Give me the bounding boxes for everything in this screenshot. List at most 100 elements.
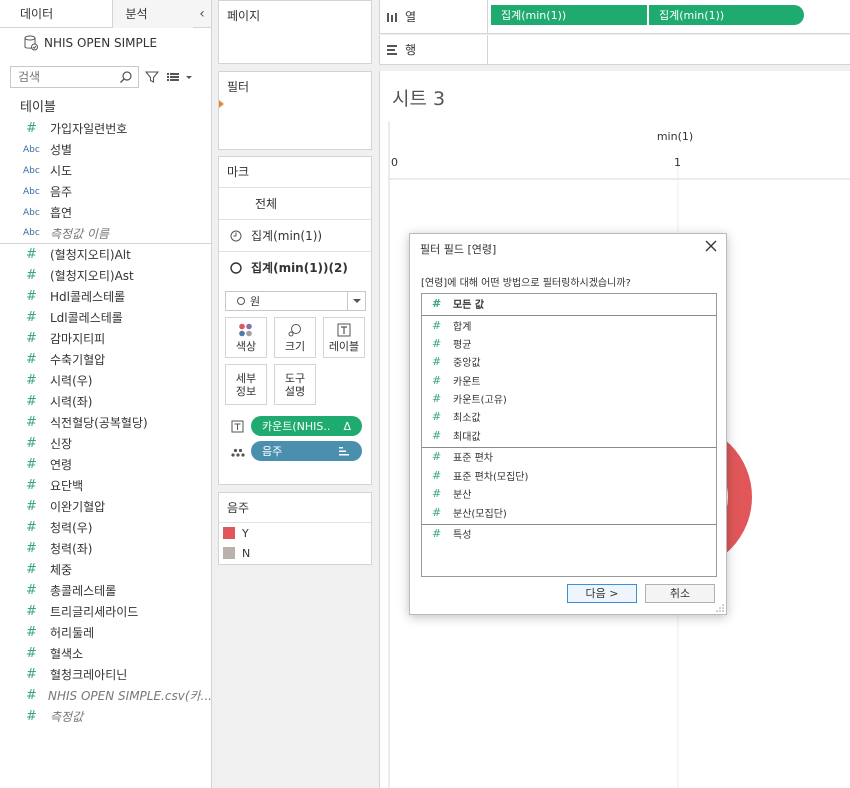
close-icon[interactable]: [704, 239, 718, 253]
resize-grip-icon[interactable]: [716, 604, 724, 612]
field-name: 시력(우): [50, 374, 93, 388]
legend-item[interactable]: N: [219, 543, 371, 563]
marks-row-2[interactable]: 집계(min(1))(2): [219, 251, 371, 283]
cancel-button[interactable]: 취소: [645, 584, 715, 603]
field-item[interactable]: # NHIS OPEN SIMPLE.csv(카...: [0, 685, 212, 706]
filter-option[interactable]: # 중앙값: [422, 353, 716, 371]
field-item[interactable]: # 연령: [0, 454, 212, 475]
string-type-icon: Abc: [23, 228, 40, 238]
filter-option[interactable]: # 최소값: [422, 407, 716, 425]
filter-option[interactable]: # 표준 편차(모집단): [422, 466, 716, 484]
field-item[interactable]: # 청력(좌): [0, 538, 212, 559]
detail-button[interactable]: 세부 정보: [225, 364, 267, 405]
sheet-title[interactable]: 시트 3: [392, 84, 445, 111]
marks-all-tab[interactable]: 전체: [219, 187, 371, 219]
sort-icon: [339, 447, 349, 456]
field-item[interactable]: # (혈청지오티)Alt: [0, 244, 212, 265]
next-button[interactable]: 다음 >: [567, 584, 637, 603]
filter-option-label: 합계: [453, 321, 472, 333]
field-item[interactable]: # 혈색소: [0, 643, 212, 664]
pages-card[interactable]: 페이지: [218, 0, 372, 64]
field-item[interactable]: Abc 측정값 이름: [0, 223, 212, 244]
color-button[interactable]: 색상: [225, 317, 267, 358]
field-item[interactable]: # 가입자일련번호: [0, 118, 212, 139]
field-item[interactable]: # 허리둘레: [0, 622, 212, 643]
field-item[interactable]: # 체중: [0, 559, 212, 580]
filter-icon[interactable]: [145, 70, 159, 84]
column-pill-1[interactable]: 집계(min(1)): [491, 5, 647, 25]
field-item[interactable]: # 감마지티피: [0, 328, 212, 349]
tab-analysis[interactable]: 분석: [113, 0, 194, 28]
filter-option[interactable]: # 분산(모집단): [422, 503, 716, 525]
field-name: 감마지티피: [50, 332, 106, 346]
count-pill[interactable]: 카운트(NHIS.. Δ: [251, 416, 362, 436]
field-item[interactable]: # 식전혈당(공복혈당): [0, 412, 212, 433]
filter-option[interactable]: # 합계: [422, 316, 716, 334]
column-pill-2[interactable]: 집계(min(1)): [649, 5, 804, 25]
number-type-icon: #: [26, 310, 37, 325]
field-item[interactable]: # (혈청지오티)Ast: [0, 265, 212, 286]
search-input[interactable]: [18, 70, 118, 84]
mark-type-select[interactable]: 원: [225, 291, 366, 311]
field-name: 신장: [50, 437, 73, 451]
datasource-item[interactable]: NHIS OPEN SIMPLE: [24, 33, 157, 53]
field-name: Ldl콜레스테롤: [50, 311, 123, 325]
field-item[interactable]: # 측정값: [0, 706, 212, 727]
field-item[interactable]: # 혈청크레아티닌: [0, 664, 212, 685]
tooltip-button[interactable]: 도구 설명: [274, 364, 316, 405]
field-name: 혈청크레아티닌: [50, 668, 128, 682]
collapse-pane-icon[interactable]: ‹: [193, 0, 212, 27]
number-type-icon: #: [432, 318, 442, 332]
number-type-icon: #: [26, 394, 37, 409]
filter-option[interactable]: # 카운트: [422, 371, 716, 389]
field-name: 청력(우): [50, 521, 93, 535]
string-type-icon: Abc: [23, 144, 40, 155]
field-item[interactable]: Abc 흡연: [0, 202, 212, 223]
field-item[interactable]: # 시력(우): [0, 370, 212, 391]
tab-data[interactable]: 데이터: [0, 0, 114, 28]
filter-option-label: 표준 편차: [453, 453, 493, 465]
rows-shelf[interactable]: 행: [379, 35, 850, 65]
field-item[interactable]: # 신장: [0, 433, 212, 454]
filter-method-list[interactable]: # 모든 값 # 합계 # 평균 # 중앙값 # 카운트 # 카운트(고유) # 최소값 # 최대값 # 표준 편…: [421, 293, 717, 577]
marks-row-1-label: 집계(min(1)): [251, 229, 323, 243]
field-item[interactable]: # 요단백: [0, 475, 212, 496]
database-icon: [24, 35, 38, 51]
field-item[interactable]: # 수축기혈압: [0, 349, 212, 370]
marks-row-1[interactable]: 집계(min(1)): [219, 219, 371, 251]
filter-option[interactable]: # 평균: [422, 334, 716, 352]
filter-option[interactable]: # 표준 편차: [422, 448, 716, 466]
number-type-icon: #: [26, 520, 37, 535]
view-options-icon[interactable]: [167, 71, 193, 83]
datasource-name: NHIS OPEN SIMPLE: [44, 36, 158, 50]
size-button[interactable]: 크기: [274, 317, 316, 358]
legend-swatch: [223, 527, 235, 539]
search-icon[interactable]: [119, 70, 133, 84]
legend-item[interactable]: Y: [219, 523, 371, 543]
field-item[interactable]: Abc 시도: [0, 160, 212, 181]
field-item[interactable]: Abc 성별: [0, 139, 212, 160]
field-item[interactable]: # 이완기혈압: [0, 496, 212, 517]
field-item[interactable]: # 시력(좌): [0, 391, 212, 412]
filter-option[interactable]: # 최대값: [422, 426, 716, 448]
field-item[interactable]: Abc 음주: [0, 181, 212, 202]
filters-card[interactable]: 필터: [218, 71, 372, 150]
field-item[interactable]: # 트리글리세라이드: [0, 601, 212, 622]
string-type-icon: Abc: [23, 186, 40, 197]
label-button[interactable]: 레이블: [323, 317, 365, 358]
filter-option[interactable]: # 카운트(고유): [422, 389, 716, 407]
field-item[interactable]: # 총콜레스테롤: [0, 580, 212, 601]
field-name: 트리글리세라이드: [50, 605, 139, 619]
drink-pill[interactable]: 음주: [251, 441, 362, 461]
field-item[interactable]: # 청력(우): [0, 517, 212, 538]
legend-label: N: [242, 546, 251, 560]
field-item[interactable]: # Hdl콜레스테롤: [0, 286, 212, 307]
number-type-icon: #: [26, 457, 37, 472]
filter-option[interactable]: # 분산: [422, 484, 716, 502]
field-list: # 가입자일련번호 Abc 성별 Abc 시도 Abc 음주 Abc 흡연 Abc 측정값 이름 # (혈…: [0, 118, 212, 727]
columns-shelf[interactable]: 열 집계(min(1)) 집계(min(1)): [379, 0, 850, 34]
filter-option[interactable]: # 특성: [422, 525, 716, 543]
filter-option-label: 모든 값: [453, 300, 485, 311]
filter-option[interactable]: # 모든 값: [422, 294, 716, 316]
field-item[interactable]: # Ldl콜레스테롤: [0, 307, 212, 328]
